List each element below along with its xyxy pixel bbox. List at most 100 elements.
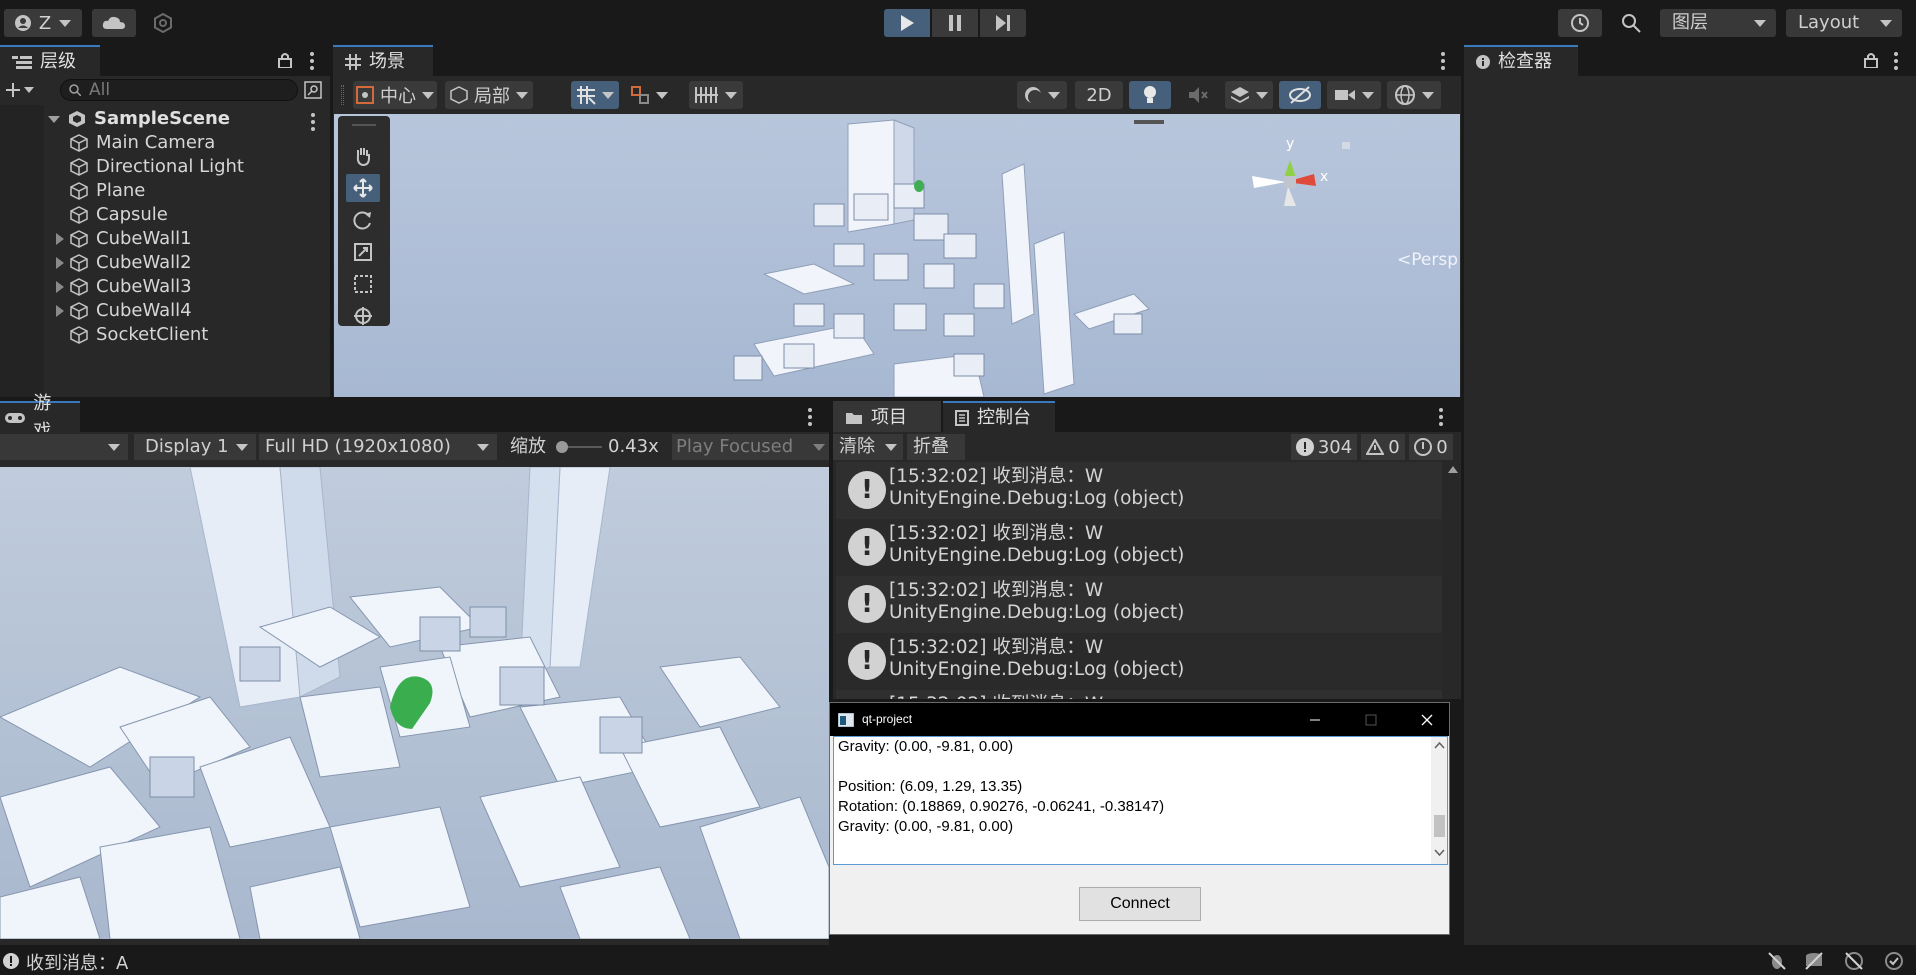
gizmo-lock-icon[interactable] — [1342, 142, 1350, 149]
lock-icon[interactable] — [1864, 52, 1878, 68]
hierarchy-item[interactable]: Directional Light — [70, 155, 244, 179]
layout-dropdown[interactable]: Layout — [1786, 9, 1902, 37]
hidden-objects-toggle[interactable] — [1279, 81, 1321, 109]
mode-2d-button[interactable]: 2D — [1075, 81, 1123, 109]
tab-inspector[interactable]: 检查器 — [1464, 45, 1578, 76]
kebab-menu-icon[interactable] — [808, 408, 812, 429]
fold-closed-icon[interactable] — [56, 281, 64, 293]
gizmos-dropdown[interactable] — [1387, 81, 1441, 109]
draw-mode-dropdown[interactable] — [1017, 81, 1067, 109]
display-dropdown[interactable]: Display 1 — [134, 434, 256, 460]
log-entry[interactable]: ! [15:32:02] 收到消息：W UnityEngine.Debug:Log … — [836, 462, 1442, 519]
tab-console[interactable]: 控制台 — [943, 401, 1055, 432]
status-message[interactable]: 收到消息：A — [26, 949, 128, 975]
log-filter-toggle[interactable]: 304 — [1291, 434, 1357, 460]
maximize-button[interactable] — [1348, 703, 1394, 736]
warning-filter-toggle[interactable]: 0 — [1361, 434, 1405, 460]
scale-tool[interactable] — [346, 238, 380, 266]
chevron-up-icon[interactable] — [1434, 741, 1445, 749]
minimize-button[interactable] — [1292, 703, 1338, 736]
log-entry[interactable]: ! [15:32:02] 收到消息：W UnityEngine.Debug:Log … — [836, 633, 1442, 690]
lock-icon[interactable] — [278, 52, 292, 68]
hierarchy-item[interactable]: Plane — [70, 179, 145, 203]
hierarchy-item[interactable]: Main Camera — [70, 131, 215, 155]
kebab-menu-icon[interactable] — [310, 52, 314, 73]
scroll-up-icon[interactable] — [1448, 466, 1458, 473]
scale-slider[interactable] — [556, 441, 602, 453]
hierarchy-search-input[interactable]: All — [60, 79, 298, 101]
step-button[interactable] — [980, 9, 1026, 37]
log-entry[interactable]: ! [15:32:02] 收到消息：W UnityEngine.Debug:Log … — [836, 576, 1442, 633]
orientation-gizmo[interactable]: y x — [1214, 122, 1364, 232]
effects-dropdown[interactable] — [1225, 81, 1273, 109]
error-filter-toggle[interactable]: 0 — [1409, 434, 1453, 460]
fold-closed-icon[interactable] — [56, 233, 64, 245]
hierarchy-item[interactable]: CubeWall2 — [56, 251, 192, 275]
hierarchy-item[interactable]: CubeWall3 — [56, 275, 192, 299]
scene-kebab-icon[interactable] — [311, 113, 315, 134]
drag-handle[interactable] — [341, 85, 344, 105]
rotate-tool[interactable] — [346, 206, 380, 234]
hierarchy-item[interactable]: CubeWall1 — [56, 227, 192, 251]
fold-closed-icon[interactable] — [56, 305, 64, 317]
hierarchy-item[interactable]: CubeWall4 — [56, 299, 192, 323]
console-scrollbar[interactable] — [1445, 462, 1461, 699]
slider-thumb[interactable] — [556, 441, 568, 453]
fold-closed-icon[interactable] — [56, 257, 64, 269]
pause-button[interactable] — [932, 9, 978, 37]
hand-tool[interactable] — [346, 142, 380, 170]
collapse-toggle[interactable]: 折叠 — [907, 434, 965, 460]
clear-dropdown[interactable]: 清除 — [833, 434, 903, 460]
camera-dropdown[interactable] — [1327, 81, 1381, 109]
search-button[interactable] — [1614, 9, 1648, 37]
cache-server-icon[interactable] — [1804, 951, 1824, 971]
scene-row[interactable]: SampleScene — [48, 107, 230, 131]
play-mode-dropdown[interactable]: Play Focused — [672, 434, 829, 460]
create-dropdown[interactable] — [4, 78, 36, 102]
check-circle-icon[interactable] — [1884, 951, 1904, 971]
resolution-dropdown[interactable]: Full HD (1920x1080) — [259, 434, 497, 460]
overlay-handle[interactable] — [352, 124, 376, 126]
play-button[interactable] — [884, 9, 930, 37]
kebab-menu-icon[interactable] — [1894, 52, 1898, 73]
increment-snap-button[interactable] — [625, 81, 673, 109]
lighting-toggle[interactable] — [1129, 81, 1171, 109]
connect-button[interactable]: Connect — [1079, 887, 1201, 921]
log-entry[interactable]: ! [15:32:02] 收到消息：W UnityEngine.Debug:Log … — [836, 519, 1442, 576]
gizmo-handle[interactable] — [1134, 120, 1164, 124]
qt-output-textbox[interactable]: Gravity: (0.00, -9.81, 0.00) Position: (6… — [833, 736, 1448, 865]
collab-button[interactable] — [148, 11, 178, 35]
persp-label[interactable]: <Persp — [1397, 250, 1458, 270]
hierarchy-item[interactable]: SocketClient — [70, 323, 208, 347]
hierarchy-item[interactable]: Capsule — [70, 203, 168, 227]
grid-visibility-button[interactable] — [689, 81, 743, 109]
qt-scroll-thumb[interactable] — [1434, 815, 1445, 837]
bug-off-icon[interactable] — [1767, 951, 1787, 971]
kebab-menu-icon[interactable] — [1441, 52, 1445, 73]
transform-tool[interactable] — [346, 302, 380, 330]
tab-game[interactable]: 游戏 — [0, 393, 80, 442]
game-view-dropdown[interactable] — [0, 434, 128, 460]
pivot-center-dropdown[interactable]: 中心 — [353, 81, 437, 109]
layers-dropdown[interactable]: 图层 — [1660, 9, 1776, 37]
tab-scene[interactable]: 场景 — [333, 45, 433, 76]
audio-toggle[interactable] — [1177, 81, 1219, 109]
cloud-button[interactable] — [92, 9, 136, 37]
grid-snap-button[interactable] — [571, 81, 619, 109]
qt-scrollbar[interactable] — [1431, 737, 1447, 864]
tab-project[interactable]: 项目 — [833, 401, 941, 432]
space-local-dropdown[interactable]: 局部 — [445, 81, 533, 109]
close-button[interactable] — [1404, 703, 1450, 736]
kebab-menu-icon[interactable] — [1439, 408, 1443, 429]
scene-search-button[interactable] — [302, 80, 324, 100]
move-tool[interactable] — [346, 174, 380, 202]
auto-generate-off-icon[interactable] — [1844, 951, 1864, 971]
account-dropdown[interactable]: Z — [4, 9, 82, 37]
history-button[interactable] — [1558, 9, 1602, 37]
scene-viewport[interactable]: y x <Persp — [334, 114, 1460, 397]
log-entry[interactable]: ![15:32:02] 收到消息：W — [836, 690, 1442, 699]
game-viewport[interactable] — [0, 467, 829, 939]
chevron-down-icon[interactable] — [1434, 849, 1445, 857]
tab-hierarchy[interactable]: 层级 — [0, 45, 100, 76]
rect-tool[interactable] — [346, 270, 380, 298]
